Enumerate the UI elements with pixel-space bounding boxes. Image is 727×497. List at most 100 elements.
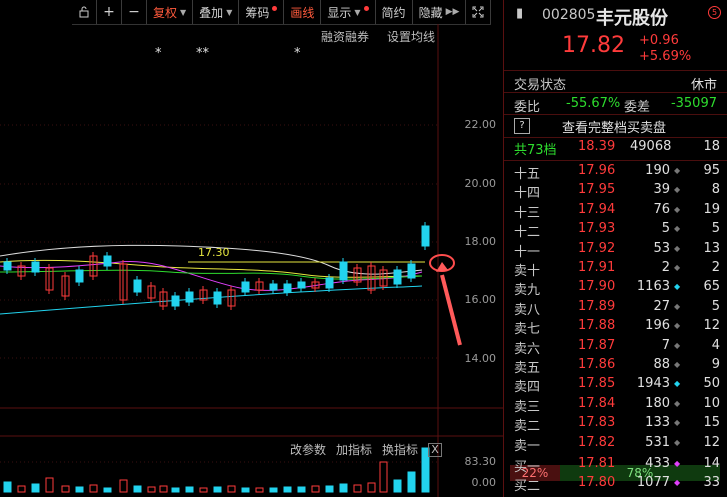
ask-count: 65 xyxy=(703,279,720,295)
switch-indicator-button[interactable]: 换指标 xyxy=(382,441,418,458)
ask-volume: 531 xyxy=(645,434,670,450)
ask-row[interactable]: 卖三 17.84 180 ◆ 10 xyxy=(504,396,727,415)
ask-price: 17.93 xyxy=(578,221,616,237)
ask-level-name: 卖五 xyxy=(514,361,541,376)
ask-row[interactable]: 卖二 17.83 133 ◆ 15 xyxy=(504,415,727,434)
candle xyxy=(3,261,12,271)
ask-count: 9 xyxy=(711,357,720,372)
ask-level-name: 卖八 xyxy=(514,302,541,318)
ask-level-name: 十一 xyxy=(514,244,541,260)
y-axis-label: 14.00 xyxy=(464,352,497,365)
ask-row[interactable]: 卖四 17.85 1943 ◆ 50 xyxy=(504,376,727,395)
diamond-icon: ◆ xyxy=(674,478,681,488)
modify-params-button[interactable]: 改参数 xyxy=(290,441,326,458)
volume-bar xyxy=(133,485,142,493)
menu-icon[interactable]: ▮ xyxy=(516,6,523,21)
ask-row[interactable]: 卖十 17.91 2 ◆ 2 xyxy=(504,260,727,279)
ask-level-name: 卖三 xyxy=(514,399,541,415)
ask-row[interactable]: 卖八 17.89 27 ◆ 5 xyxy=(504,299,727,318)
ask-level-name: 十三 xyxy=(514,205,541,221)
ask-price: 17.89 xyxy=(578,298,616,314)
candle xyxy=(325,277,334,289)
diamond-icon: ◆ xyxy=(674,204,681,214)
kline-svg xyxy=(0,24,503,497)
candle xyxy=(213,291,222,305)
diamond-icon: ◆ xyxy=(674,301,681,311)
change-value: +0.96 xyxy=(639,33,679,48)
weicha-value: -35097 xyxy=(670,96,717,111)
ask-price: 17.83 xyxy=(578,415,616,431)
total-levels-label: 共73档 xyxy=(514,143,557,158)
volume-bar xyxy=(339,483,348,493)
ask-count: 19 xyxy=(703,201,720,217)
candle xyxy=(241,281,250,293)
star-marker: * xyxy=(155,46,162,61)
y-axis-label: 20.00 xyxy=(464,177,497,190)
volume-bar xyxy=(199,487,208,493)
ask-price: 17.91 xyxy=(578,260,616,275)
full-book-label: 查看完整档买卖盘 xyxy=(562,121,667,136)
volume-bar xyxy=(283,486,292,493)
bid-row[interactable]: 买一 17.81 433 ◆ 14 xyxy=(504,456,727,475)
divider xyxy=(504,137,727,138)
ask-row[interactable]: 十一 17.92 53 ◆ 13 xyxy=(504,241,727,260)
badge-icon[interactable]: 5 xyxy=(708,6,721,19)
quote-panel: ▮ 002805 丰元股份 5 17.82 +0.96 +5.69% 交易状态 … xyxy=(504,0,727,497)
ask-volume: 133 xyxy=(645,415,670,431)
volume-bar xyxy=(269,487,278,493)
stock-name: 丰元股份 xyxy=(596,8,668,29)
ask-level-name: 十二 xyxy=(514,225,541,241)
ask-row[interactable]: 十四 17.95 39 ◆ 8 xyxy=(504,182,727,201)
ask-row[interactable]: 卖六 17.87 7 ◆ 4 xyxy=(504,338,727,357)
full-book-link[interactable]: ? 查看完整档买卖盘 xyxy=(514,117,724,136)
ask-row[interactable]: 十二 17.93 5 ◆ 5 xyxy=(504,221,727,240)
candle xyxy=(31,261,40,273)
candle xyxy=(133,279,142,293)
diamond-icon: ◆ xyxy=(674,340,681,350)
diamond-icon: ◆ xyxy=(674,459,681,468)
ask-count: 5 xyxy=(711,221,720,237)
candle xyxy=(297,281,306,289)
ask-price: 17.92 xyxy=(578,240,616,256)
divider xyxy=(504,70,727,71)
ask-level-name: 十四 xyxy=(514,186,541,202)
diamond-icon: ◆ xyxy=(674,224,681,234)
volume-bar xyxy=(379,461,388,493)
total-levels-row: 共73档 18.39 49068 18 xyxy=(504,139,727,158)
volume-bar xyxy=(45,477,54,493)
divider xyxy=(504,160,727,161)
ask-price: 17.82 xyxy=(578,434,616,450)
bid-row[interactable]: 买二 17.80 1077 ◆ 33 xyxy=(504,475,727,494)
bid-price: 17.80 xyxy=(578,475,616,491)
candle xyxy=(185,291,194,303)
last-price: 17.82 xyxy=(562,33,625,58)
ask-row[interactable]: 卖九 17.90 1163 ◆ 65 xyxy=(504,279,727,298)
price-change: +0.96 +5.69% xyxy=(639,33,691,65)
ask-count: 8 xyxy=(711,182,720,198)
ask-count: 50 xyxy=(703,376,720,392)
ask-count: 10 xyxy=(703,395,720,411)
ask-level-name: 卖七 xyxy=(514,322,541,338)
divider xyxy=(504,92,727,93)
y-axis-label: 18.00 xyxy=(464,235,497,248)
ask-row[interactable]: 十五 17.96 190 ◆ 95 xyxy=(504,163,727,182)
ask-row[interactable]: 卖一 17.82 531 ◆ 12 xyxy=(504,435,727,454)
ask-price: 17.85 xyxy=(578,376,616,392)
ask-volume: 190 xyxy=(645,163,670,178)
weibi-value: -55.67% xyxy=(566,96,621,111)
ask-count: 4 xyxy=(711,337,720,353)
ask-volume: 76 xyxy=(653,201,670,217)
annotation-arrow xyxy=(440,274,462,346)
volume-bar xyxy=(61,485,70,493)
ask-row[interactable]: 十三 17.94 76 ◆ 19 xyxy=(504,202,727,221)
ask-volume: 1163 xyxy=(636,279,670,295)
diamond-icon: ◆ xyxy=(674,418,681,428)
ask-row[interactable]: 卖五 17.86 88 ◆ 9 xyxy=(504,357,727,376)
ask-volume: 88 xyxy=(653,357,670,372)
trade-status-value: 休市 xyxy=(690,78,717,93)
volume-bar xyxy=(185,486,194,493)
kline-chart-area[interactable]: + − 复权 ▼ 叠加 ▼ 筹码 画线 显示 ▼ 简约 隐藏 ▶▶ 融资融券 设置均线 xyxy=(0,0,503,497)
ask-row[interactable]: 卖七 17.88 196 ◆ 12 xyxy=(504,318,727,337)
add-indicator-button[interactable]: 加指标 xyxy=(336,441,372,458)
change-percent: +5.69% xyxy=(639,49,692,64)
